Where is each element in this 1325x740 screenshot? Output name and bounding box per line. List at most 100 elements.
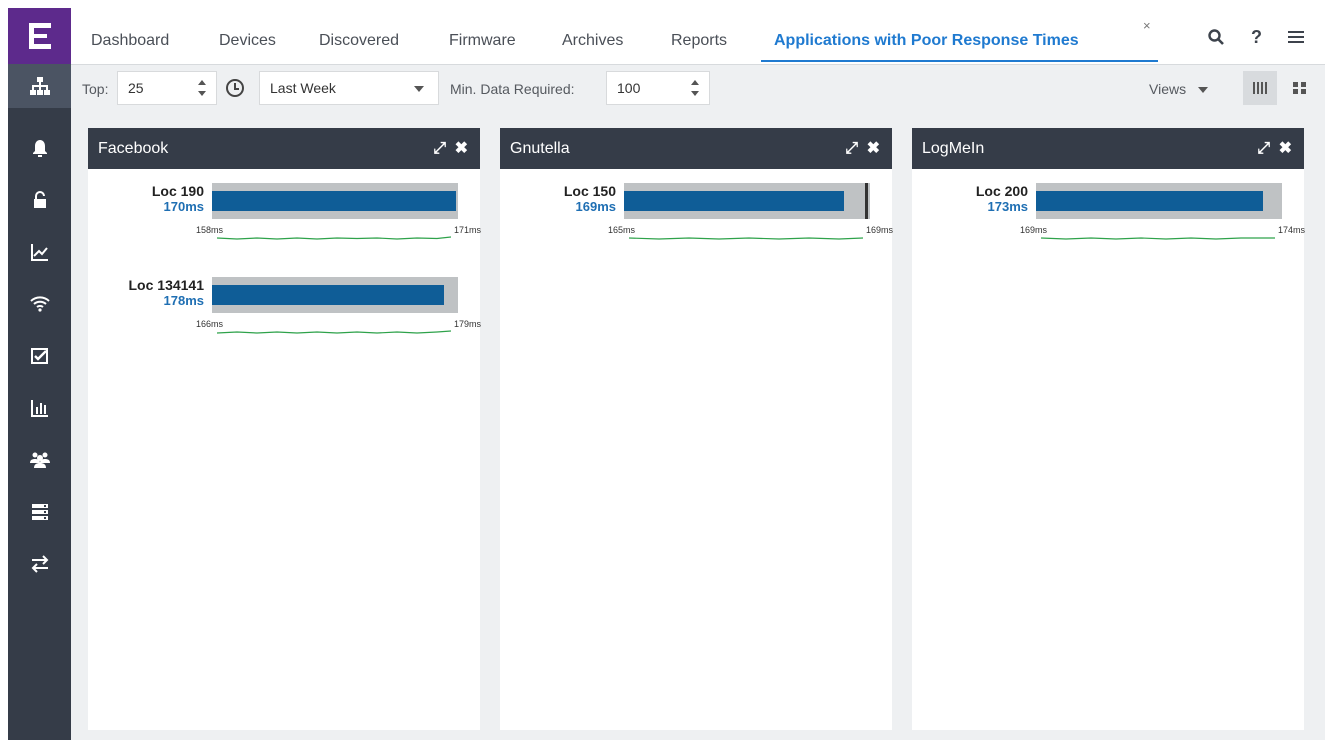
rail-item-reports[interactable] <box>8 386 71 430</box>
search-icon[interactable] <box>1207 28 1225 51</box>
report-content: Facebook ⤢ ✖ Loc 190 170ms 158ms 171ms L… <box>71 112 1325 740</box>
time-range-value: Last Week <box>270 80 336 96</box>
rail-item-network[interactable] <box>8 64 71 108</box>
tab-dashboard[interactable]: Dashboard <box>91 32 169 50</box>
min-data-stepper[interactable]: 100 <box>606 71 710 105</box>
top-count-value: 25 <box>128 80 144 96</box>
range-max: 174ms <box>1278 225 1306 235</box>
app-window: Dashboard Devices Discovered Firmware Ar… <box>0 0 1325 740</box>
bullet-bar-track <box>212 277 458 313</box>
card-title: Gnutella <box>510 140 570 157</box>
location-label: Loc 134141 <box>128 277 205 293</box>
range-max: 169ms <box>866 225 894 235</box>
range-max: 171ms <box>454 225 482 235</box>
tab-devices[interactable]: Devices <box>219 32 276 50</box>
logo[interactable] <box>8 8 71 64</box>
rail-item-servers[interactable] <box>8 490 71 534</box>
chevron-down-icon <box>1197 87 1208 94</box>
checklist-icon <box>30 348 48 364</box>
location-label: Loc 150 <box>563 183 616 199</box>
expand-icon[interactable]: ⤢ <box>1257 128 1270 169</box>
sparkline <box>217 236 451 240</box>
app-card-facebook: Facebook ⤢ ✖ Loc 190 170ms 158ms 171ms L… <box>88 128 482 730</box>
bullet-entry: Loc 200 173ms 169ms 174ms <box>912 183 1306 253</box>
bullet-bar-fill <box>624 191 844 211</box>
clock-icon <box>226 79 244 97</box>
close-icon[interactable]: ✖ <box>867 128 880 169</box>
grid-view-button[interactable] <box>1283 71 1317 105</box>
left-nav-rail <box>8 8 71 740</box>
rail-item-wireless[interactable] <box>8 282 71 326</box>
tab-archives[interactable]: Archives <box>562 32 623 50</box>
report-toolbar: Top: 25 Last Week Min. Data Required: 10… <box>71 64 1325 112</box>
grid-icon <box>1293 82 1306 94</box>
range-max: 179ms <box>454 319 482 329</box>
rail-item-tasks[interactable] <box>8 334 71 378</box>
tab-discovered[interactable]: Discovered <box>319 32 399 50</box>
network-icon <box>29 77 50 95</box>
card-title: LogMeIn <box>922 140 985 157</box>
range-min: 166ms <box>196 319 224 329</box>
chevron-down-icon <box>414 86 424 92</box>
rail-item-users[interactable] <box>8 438 71 482</box>
menu-icon[interactable] <box>1287 28 1305 51</box>
close-icon[interactable]: ✖ <box>1279 128 1292 169</box>
expand-icon[interactable]: ⤢ <box>433 128 446 169</box>
sparkline <box>629 237 863 240</box>
min-data-label: Min. Data Required: <box>450 81 575 97</box>
time-range-select[interactable]: Last Week <box>259 71 439 105</box>
range-min: 158ms <box>196 225 224 235</box>
lock-icon <box>33 191 46 208</box>
users-icon <box>29 452 50 468</box>
app-card-logmein: LogMeIn ⤢ ✖ Loc 200 173ms 169ms 174ms <box>912 128 1306 730</box>
transfer-icon <box>31 555 48 573</box>
card-header: Facebook ⤢ ✖ <box>88 128 480 169</box>
rail-item-connections[interactable] <box>8 542 71 586</box>
rail-item-analytics[interactable] <box>8 230 71 274</box>
sparkline <box>1041 237 1275 240</box>
views-label: Views <box>1149 81 1187 97</box>
rail-item-security[interactable] <box>8 178 71 222</box>
top-label: Top: <box>82 81 109 97</box>
tab-close-icon[interactable]: × <box>1143 18 1151 33</box>
response-time: 169ms <box>575 199 616 214</box>
app-card-gnutella: Gnutella ⤢ ✖ Loc 150 169ms 165ms 169ms <box>500 128 894 730</box>
rail-item-alarms[interactable] <box>8 126 71 170</box>
close-icon[interactable]: ✖ <box>455 128 468 169</box>
location-label: Loc 200 <box>975 183 1028 199</box>
wifi-icon <box>29 296 50 312</box>
bullet-entry: Loc 134141 178ms 166ms 179ms <box>88 277 482 347</box>
sparkline <box>217 330 451 334</box>
top-count-stepper[interactable]: 25 <box>117 71 217 105</box>
column-view-button[interactable] <box>1243 71 1277 105</box>
card-header: Gnutella ⤢ ✖ <box>500 128 892 169</box>
extreme-logo-icon <box>27 23 53 49</box>
card-title: Facebook <box>98 140 169 157</box>
response-time: 170ms <box>163 199 204 214</box>
response-time: 178ms <box>163 293 204 308</box>
help-icon[interactable]: ? <box>1251 27 1262 48</box>
card-header: LogMeIn ⤢ ✖ <box>912 128 1304 169</box>
trend-chart-icon <box>30 244 48 261</box>
server-icon <box>31 504 48 520</box>
stepper-arrows-icon[interactable] <box>691 79 699 97</box>
tab-applications-poor-response[interactable]: Applications with Poor Response Times <box>774 32 1079 50</box>
tab-bar: Dashboard Devices Discovered Firmware Ar… <box>71 8 1325 64</box>
views-dropdown[interactable]: Views <box>1149 81 1208 97</box>
active-tab-indicator <box>761 60 1158 62</box>
tab-firmware[interactable]: Firmware <box>449 32 516 50</box>
range-min: 165ms <box>608 225 636 235</box>
location-label: Loc 190 <box>151 183 204 199</box>
bullet-bar-track <box>624 183 870 219</box>
response-time: 173ms <box>987 199 1028 214</box>
bullet-bar-fill <box>1036 191 1263 211</box>
stepper-arrows-icon[interactable] <box>198 79 206 97</box>
expand-icon[interactable]: ⤢ <box>845 128 858 169</box>
bullet-bar-track <box>212 183 458 219</box>
bullet-bar-fill <box>212 191 456 211</box>
bullet-bar-track <box>1036 183 1282 219</box>
bullet-entry: Loc 150 169ms 165ms 169ms <box>500 183 894 253</box>
columns-icon <box>1253 82 1267 94</box>
tab-reports[interactable]: Reports <box>671 32 727 50</box>
min-data-value: 100 <box>617 80 641 96</box>
